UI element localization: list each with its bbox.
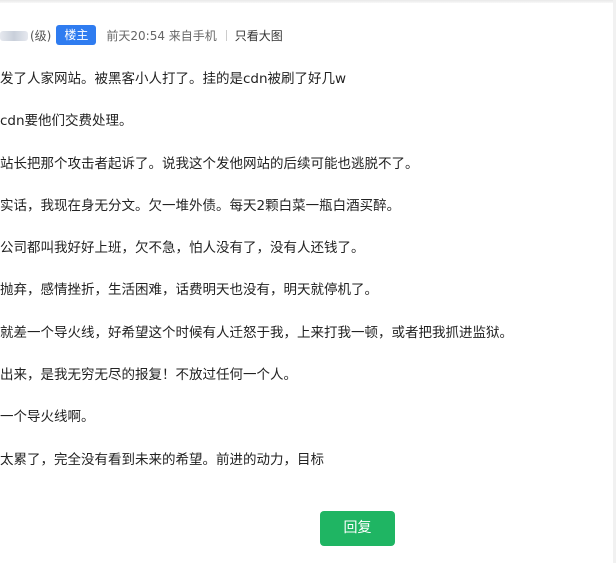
post-line: 发了人家网站。被黑客小人打了。挂的是cdn被刷了好几w bbox=[0, 71, 347, 87]
post-view: (级) 楼主 前天20:54 来自手机 只看大图 发了人家网站。被黑客小人打了。… bbox=[0, 0, 616, 563]
post-line: 抛弃，感情挫折，生活困难，话费明天也没有，明天就停机了。 bbox=[0, 282, 378, 299]
post-meta: (级) 楼主 前天20:54 来自手机 只看大图 bbox=[0, 24, 283, 46]
view-large-image-link[interactable]: 只看大图 bbox=[235, 27, 283, 44]
author-level: (级) bbox=[30, 28, 52, 43]
top-divider bbox=[0, 0, 616, 3]
post-body: 发了人家网站。被黑客小人打了。挂的是cdn被刷了好几w cdn要他们交费处理。 … bbox=[0, 70, 600, 493]
op-badge: 楼主 bbox=[56, 25, 97, 45]
post-line: 公司都叫我好好上班，欠不急，怕人没有了，没有人还钱了。 bbox=[0, 240, 365, 257]
post-line: 太累了，完全没有看到未来的希望。前进的动力，目标 bbox=[0, 451, 324, 468]
reply-button[interactable]: 回复 bbox=[320, 511, 395, 546]
post-line: 站长把那个攻击者起诉了。说我这个发他网站的后续可能也逃脱不了。 bbox=[0, 155, 419, 172]
post-line: 实话，我现在身无分文。欠一堆外债。每天2颗白菜一瓶白酒买醉。 bbox=[0, 197, 401, 214]
blurred-username bbox=[0, 31, 28, 41]
post-line: 出来，是我无穷无尽的报复！不放过任何一个人。 bbox=[0, 367, 297, 384]
post-line: 一个导火线啊。 bbox=[0, 409, 95, 426]
post-line: 就差一个导火线，好希望这个时候有人迁怒于我，上来打我一顿，或者把我抓进监狱。 bbox=[0, 324, 513, 341]
post-line: cdn要他们交费处理。 bbox=[0, 113, 133, 130]
post-time: 前天20:54 来自手机 bbox=[106, 28, 217, 43]
meta-divider bbox=[225, 29, 227, 41]
author-name[interactable]: (级) bbox=[0, 27, 51, 44]
